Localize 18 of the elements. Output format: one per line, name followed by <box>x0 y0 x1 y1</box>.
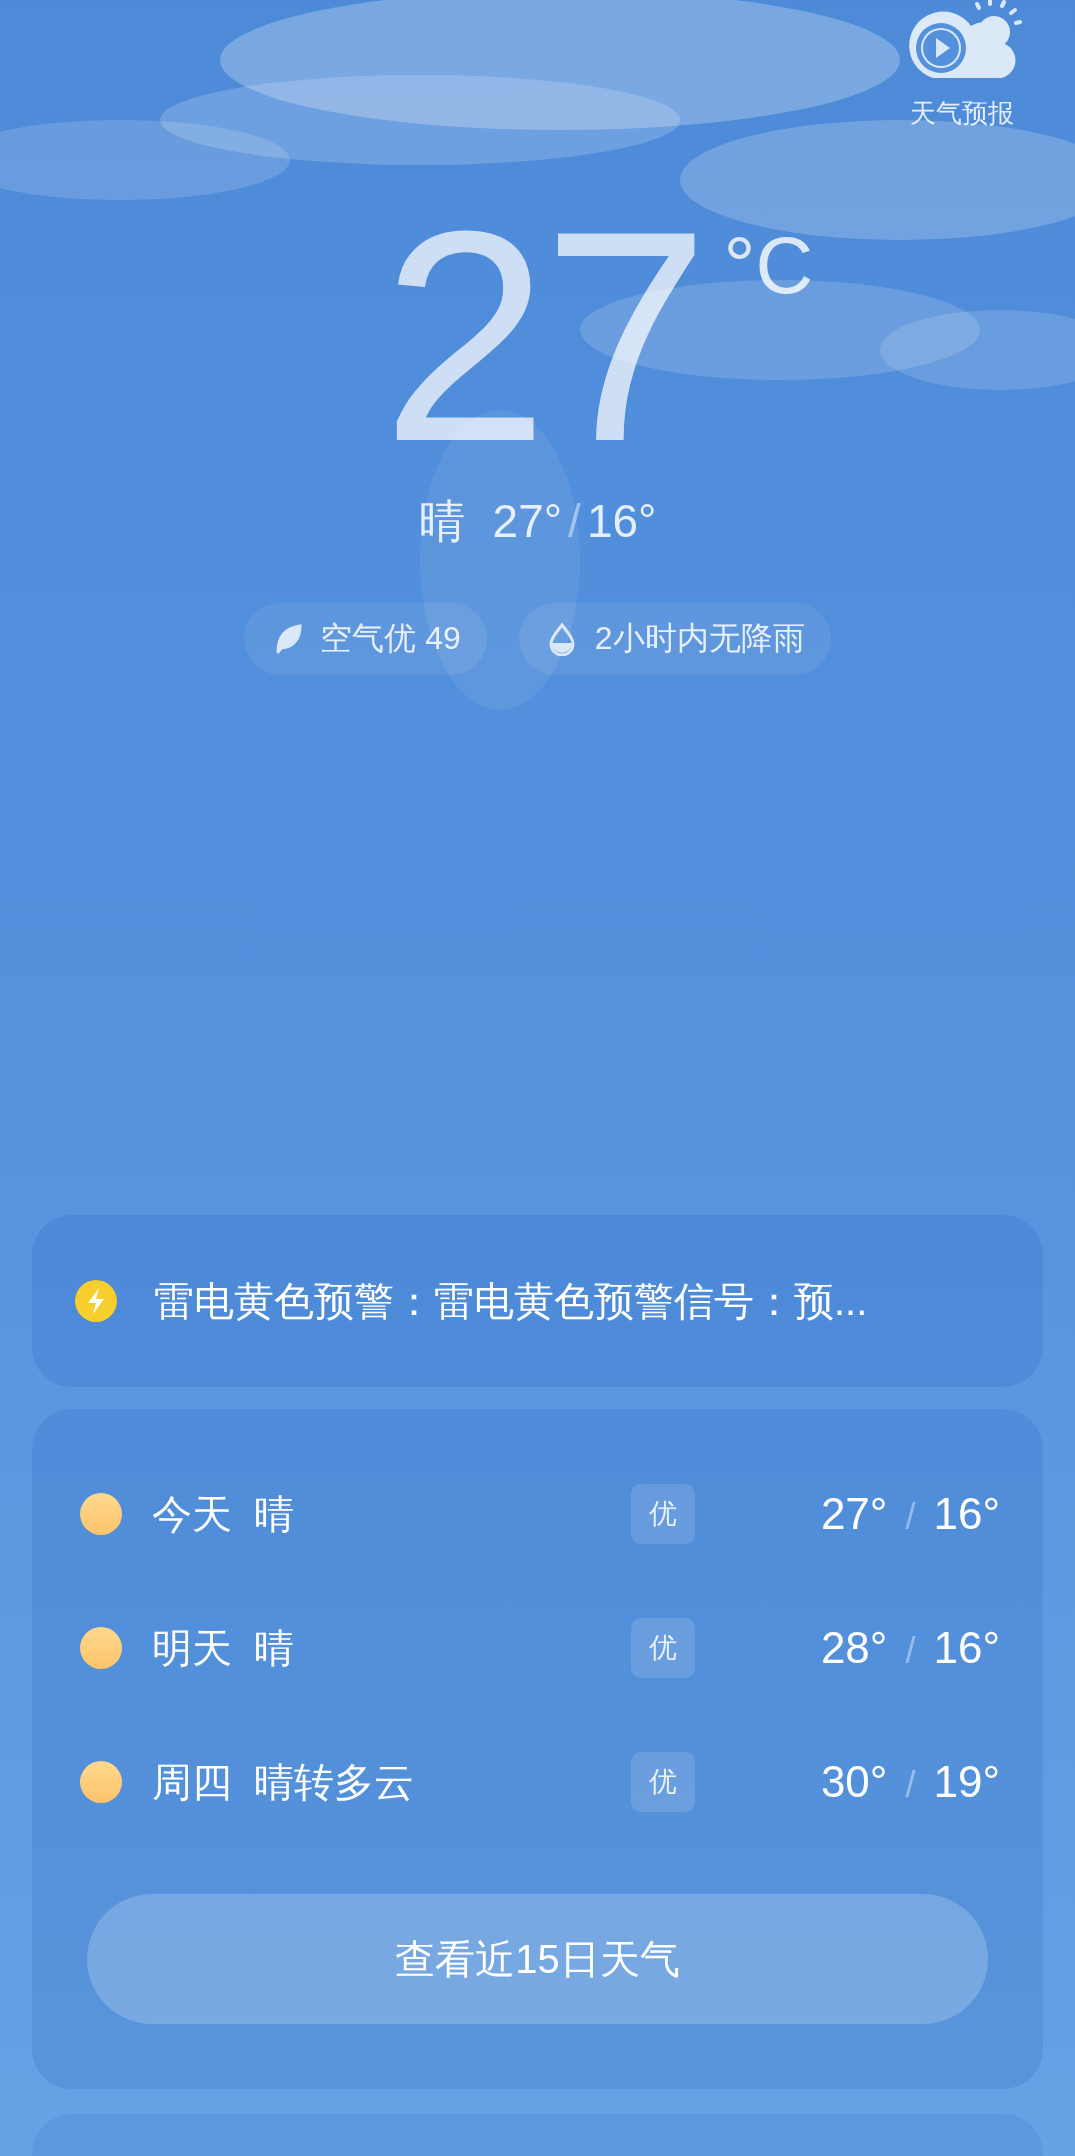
high-temperature: 27° <box>492 494 563 548</box>
current-temperature: 27 <box>381 211 704 461</box>
forecast-row[interactable]: 周四 晴转多云 优 30° / 19° <box>80 1715 1000 1849</box>
weather-alert-card[interactable]: 雷电黄色预警：雷电黄色预警信号：预... <box>32 1215 1043 1387</box>
sun-icon <box>80 1493 122 1535</box>
weather-video-button[interactable]: 天气预报 <box>901 0 1023 131</box>
air-quality-chip[interactable]: 空气优 49 <box>244 603 487 675</box>
low-temperature: 16° <box>586 494 657 548</box>
sun-icon <box>80 1761 122 1803</box>
forecast-row[interactable]: 明天 晴 优 28° / 16° <box>80 1581 1000 1715</box>
forecast-15-day-button[interactable]: 查看近15日天气 <box>87 1894 988 2024</box>
weather-condition: 晴 <box>418 494 465 549</box>
separator: / <box>568 494 581 548</box>
temperature-unit: °C <box>723 220 814 312</box>
sun-icon <box>80 1627 122 1669</box>
forecast-row[interactable]: 今天 晴 优 27° / 16° <box>80 1447 1000 1581</box>
rain-forecast-chip[interactable]: 2小时内无降雨 <box>518 603 831 675</box>
lightning-icon <box>74 1279 118 1323</box>
